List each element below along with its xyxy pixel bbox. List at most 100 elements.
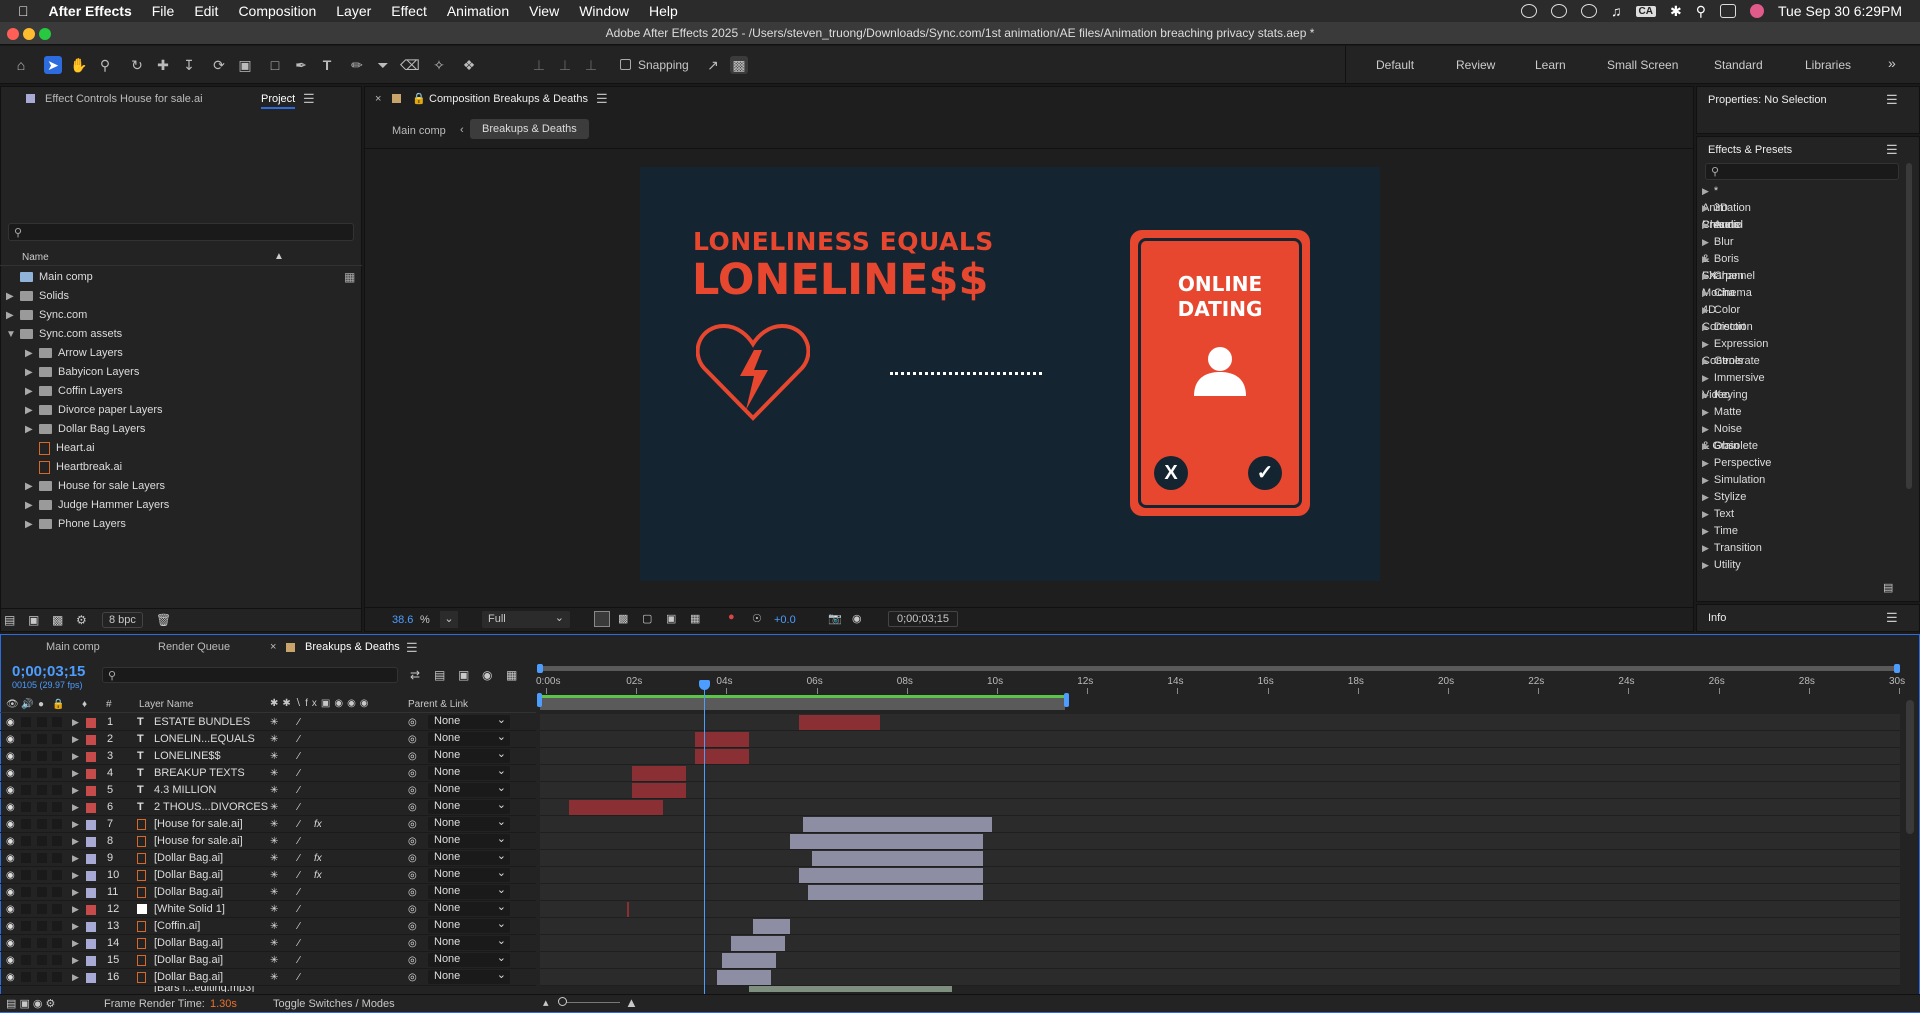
- navigator-end-handle[interactable]: [1894, 664, 1900, 673]
- workspace-small-screen[interactable]: Small Screen: [1607, 58, 1678, 72]
- layer-name[interactable]: [Dollar Bag.ai]: [154, 867, 223, 884]
- axis-world-icon[interactable]: ⊥: [556, 56, 574, 74]
- expand-arrow-icon[interactable]: ▶: [72, 969, 79, 986]
- expand-arrow-icon[interactable]: ▶: [72, 731, 79, 748]
- effects-search-input[interactable]: ⚲: [1705, 163, 1899, 180]
- visibility-eye-icon[interactable]: ◉: [6, 850, 15, 867]
- effects-category[interactable]: ▶ 3D Channel: [1702, 200, 1743, 231]
- layer-row[interactable]: ◉ ▶ 13 [Coffin.ai] ✳ ∕ ◎ None ⌄: [0, 918, 536, 935]
- pick-whip-icon[interactable]: ◎: [408, 850, 417, 867]
- lock-toggle[interactable]: [52, 768, 62, 778]
- quality-switch-icon[interactable]: ∕: [298, 901, 300, 918]
- pick-whip-icon[interactable]: ◎: [408, 952, 417, 969]
- pick-whip-icon[interactable]: ◎: [408, 901, 417, 918]
- effects-category[interactable]: ▶ Noise & Grain: [1702, 421, 1742, 452]
- timeline-zoom-handle[interactable]: [558, 997, 567, 1006]
- lock-icon[interactable]: 🔒: [412, 92, 426, 105]
- expand-arrow-icon[interactable]: ▶: [72, 782, 79, 799]
- menu-layer[interactable]: Layer: [336, 3, 371, 19]
- effects-category[interactable]: ▶ Stylize: [1702, 489, 1746, 506]
- layer-row[interactable]: ◉ ▶ 11 [Dollar Bag.ai] ✳ ∕ ◎ None ⌄: [0, 884, 536, 901]
- visibility-eye-icon[interactable]: ◉: [6, 765, 15, 782]
- collapse-transform-icon[interactable]: ✳: [270, 952, 278, 969]
- layer-name[interactable]: [White Solid 1]: [154, 901, 225, 918]
- collapse-transform-icon[interactable]: ✳: [270, 850, 278, 867]
- solo-toggle[interactable]: [37, 887, 47, 897]
- effects-scrollbar[interactable]: [1906, 163, 1912, 489]
- layer-name[interactable]: BREAKUP TEXTS: [154, 765, 245, 782]
- layer-name[interactable]: LONELINE$$: [154, 748, 221, 765]
- close-timeline-tab-icon[interactable]: ×: [270, 641, 276, 653]
- tab-composition[interactable]: Composition Breakups & Deaths: [429, 93, 588, 105]
- visibility-eye-icon[interactable]: ◉: [6, 714, 15, 731]
- expand-arrow-icon[interactable]: ▶: [72, 748, 79, 765]
- pick-whip-icon[interactable]: ◎: [408, 731, 417, 748]
- parent-select[interactable]: None ⌄: [428, 850, 510, 865]
- solo-toggle[interactable]: [37, 785, 47, 795]
- collapse-transform-icon[interactable]: ✳: [270, 901, 278, 918]
- parent-select[interactable]: None ⌄: [428, 731, 510, 746]
- menu-animation[interactable]: Animation: [447, 3, 509, 19]
- layer-duration-bar[interactable]: [789, 834, 984, 849]
- menu-composition[interactable]: Composition: [238, 3, 316, 19]
- quality-switch-icon[interactable]: ∕: [298, 867, 300, 884]
- project-item[interactable]: ▼ Sync.com assets: [6, 325, 366, 344]
- project-item[interactable]: ▶ Phone Layers: [25, 515, 385, 534]
- resolution-select[interactable]: Full ⌄: [482, 611, 570, 628]
- composition-menu-icon[interactable]: ☰: [596, 91, 608, 107]
- layer-name[interactable]: [Dollar Bag.ai]: [154, 952, 223, 969]
- time-navigator-range[interactable]: [540, 666, 1900, 671]
- lock-toggle[interactable]: [52, 717, 62, 727]
- layer-row[interactable]: ◉ ▶ 7 [House for sale.ai] ✳ ∕ fx ◎ None ⌄: [0, 816, 536, 833]
- properties-menu-icon[interactable]: ☰: [1886, 92, 1898, 108]
- layer-duration-bar[interactable]: [627, 902, 630, 917]
- effects-category[interactable]: ▶ Color Correction: [1702, 302, 1753, 333]
- layer-duration-bar[interactable]: [807, 885, 984, 900]
- audio-toggle[interactable]: [21, 717, 31, 727]
- parent-select[interactable]: None ⌄: [428, 901, 510, 916]
- layer-name-header[interactable]: Layer Name: [139, 699, 193, 710]
- disclosure-arrow-icon[interactable]: ▶: [1702, 560, 1709, 570]
- workspace-learn[interactable]: Learn: [1535, 58, 1566, 72]
- fx-switch-icon[interactable]: fx: [314, 850, 322, 867]
- label-color-swatch[interactable]: [86, 752, 96, 762]
- project-item[interactable]: ▶ Dollar Bag Layers: [25, 420, 385, 439]
- clock[interactable]: Tue Sep 30 6:29PM: [1778, 3, 1902, 19]
- label-color-swatch[interactable]: [86, 854, 96, 864]
- workspace-libraries[interactable]: Libraries: [1805, 58, 1851, 72]
- audio-toggle[interactable]: [21, 955, 31, 965]
- layer-row[interactable]: ◉ ▶ 10 [Dollar Bag.ai] ✳ ∕ fx ◎ None ⌄: [0, 867, 536, 884]
- effects-category[interactable]: ▶ Utility: [1702, 557, 1741, 574]
- lock-toggle[interactable]: [52, 785, 62, 795]
- disclosure-arrow-icon[interactable]: ▶: [1702, 492, 1709, 502]
- disclosure-arrow-icon[interactable]: ▶: [1702, 220, 1709, 230]
- bit-depth-button[interactable]: 8 bpc: [102, 612, 143, 628]
- project-item[interactable]: ▶ Divorce paper Layers: [25, 401, 385, 420]
- collapse-transform-icon[interactable]: ✳: [270, 833, 278, 850]
- pick-whip-icon[interactable]: ◎: [408, 867, 417, 884]
- draft-3d-icon[interactable]: ▤: [434, 668, 445, 682]
- effects-category[interactable]: ▶ Expression Controls: [1702, 336, 1768, 367]
- pick-whip-icon[interactable]: ◎: [408, 799, 417, 816]
- label-color-swatch[interactable]: [86, 939, 96, 949]
- control-center-icon[interactable]: [1719, 4, 1736, 18]
- input-source-badge[interactable]: CA: [1635, 5, 1656, 17]
- disclosure-arrow-icon[interactable]: ▶: [25, 363, 39, 382]
- menu-effect[interactable]: Effect: [391, 3, 427, 19]
- disclosure-arrow-icon[interactable]: ▶: [1702, 356, 1709, 366]
- lock-toggle[interactable]: [52, 938, 62, 948]
- collapse-transform-icon[interactable]: ✳: [270, 748, 278, 765]
- shy-layers-icon[interactable]: ▣: [458, 668, 469, 682]
- solo-toggle[interactable]: [37, 717, 47, 727]
- project-item[interactable]: ▶ Arrow Layers: [25, 344, 385, 363]
- audio-toggle[interactable]: [21, 734, 31, 744]
- fast-previews-icon[interactable]: [594, 611, 610, 627]
- snap-features-icon[interactable]: ▩: [730, 56, 748, 74]
- disclosure-arrow-icon[interactable]: ▶: [1702, 288, 1709, 298]
- frame-blending-icon[interactable]: ◉: [482, 668, 492, 682]
- minimize-window-button[interactable]: [23, 28, 35, 40]
- lock-toggle[interactable]: [52, 819, 62, 829]
- label-color-swatch[interactable]: [86, 871, 96, 881]
- audio-toggle[interactable]: [21, 768, 31, 778]
- work-area-end-handle[interactable]: [1064, 693, 1069, 707]
